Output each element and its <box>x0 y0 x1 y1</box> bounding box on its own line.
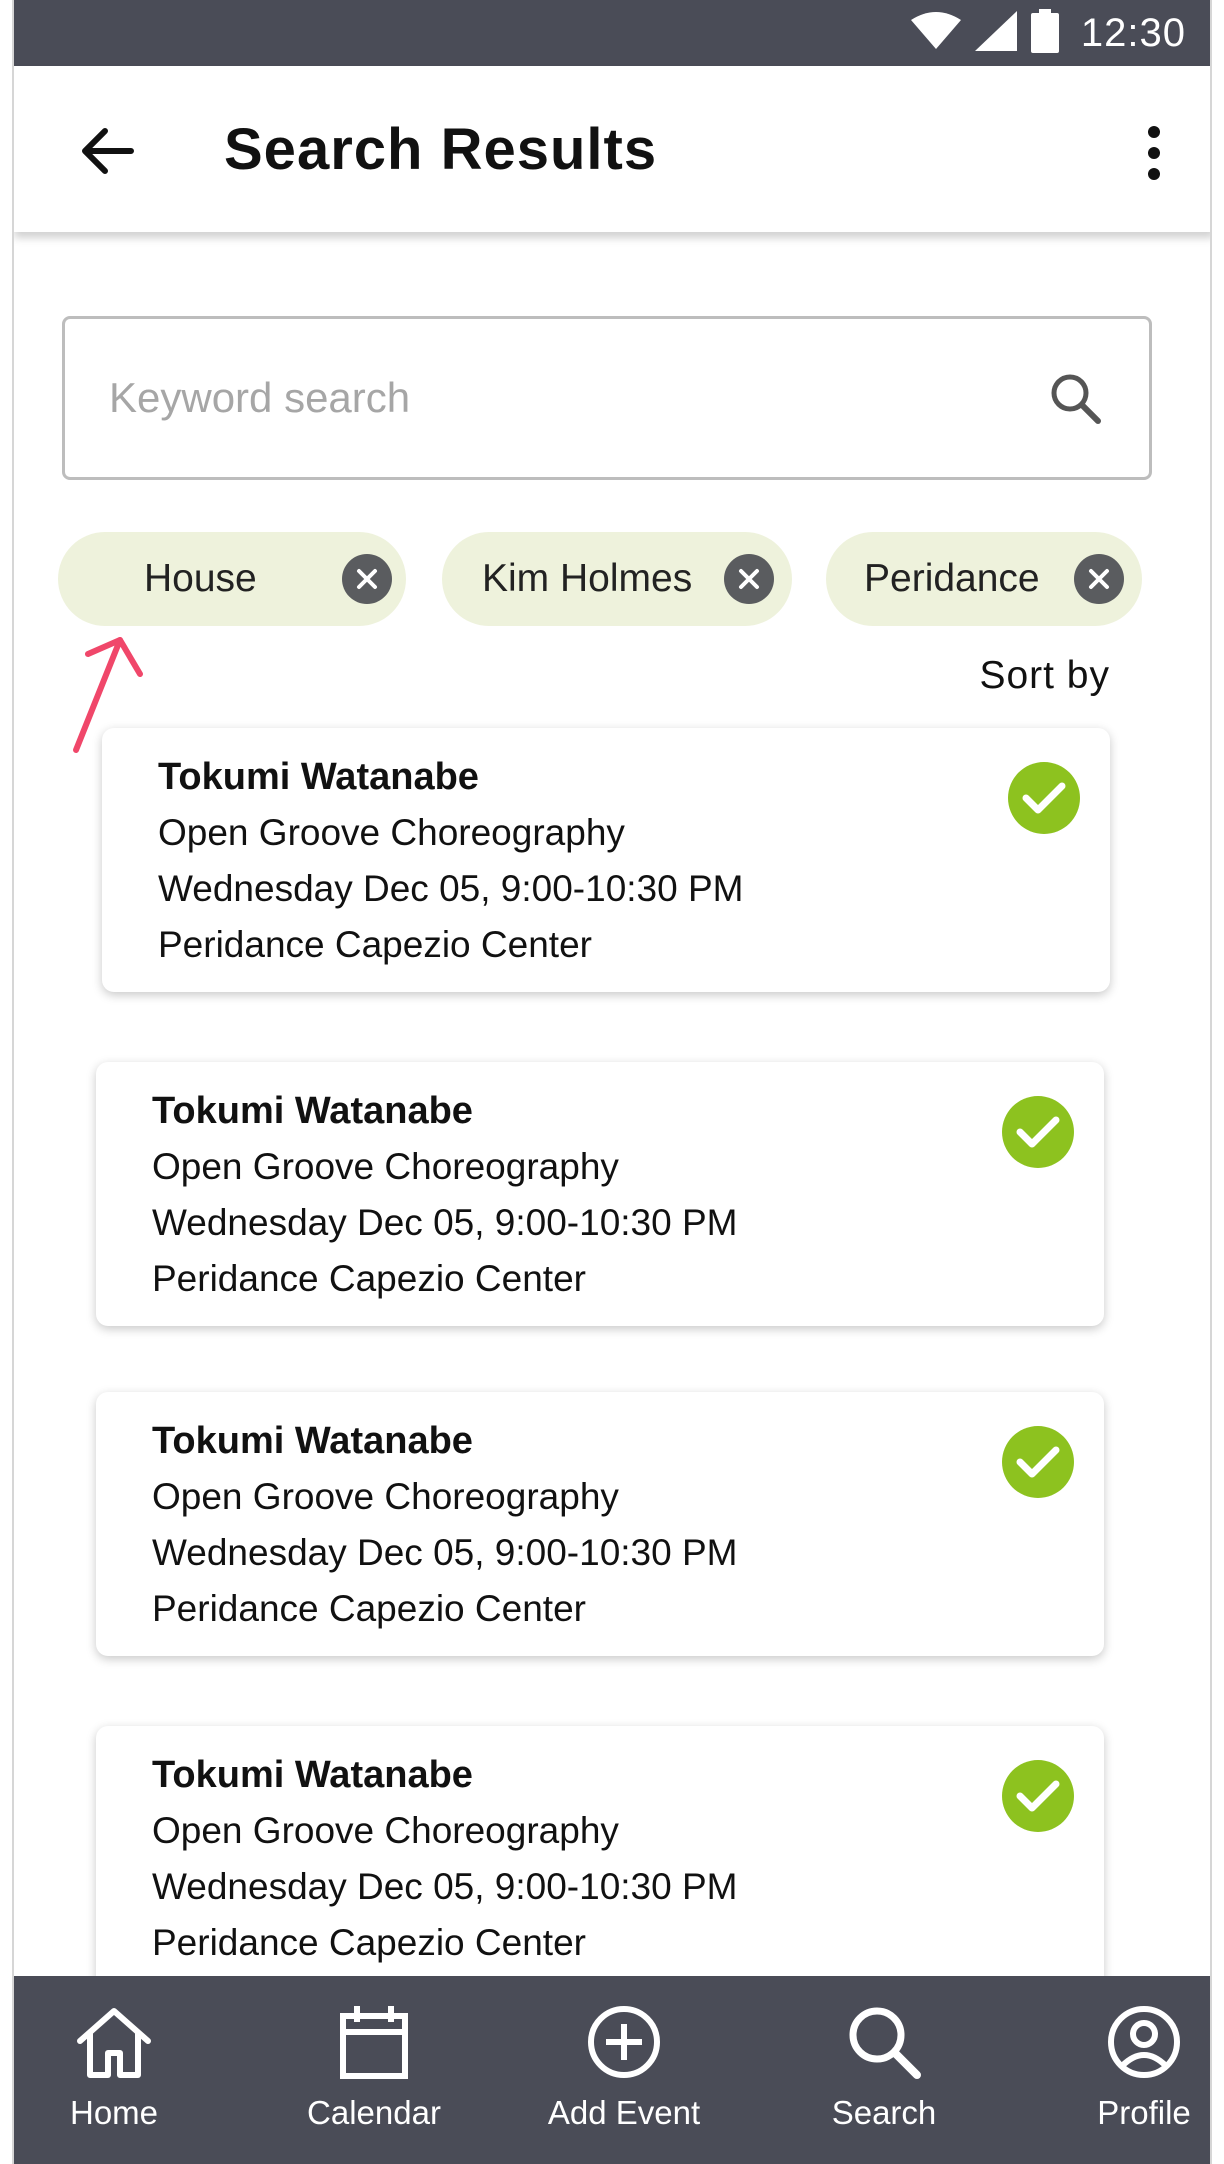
class-name: Open Groove Choreography <box>152 1146 619 1187</box>
instructor-name: Tokumi Watanabe <box>152 1090 473 1132</box>
filter-chip-peridance[interactable]: Peridance <box>826 532 1142 626</box>
selected-check-button[interactable] <box>1008 762 1080 834</box>
nav-item-add-event[interactable]: Add Event <box>524 2000 724 2132</box>
close-icon <box>739 569 759 589</box>
selected-check-button[interactable] <box>1002 1096 1074 1168</box>
close-icon <box>1089 569 1109 589</box>
result-card[interactable]: Tokumi Watanabe Open Groove Choreography… <box>102 728 1110 992</box>
class-name: Open Groove Choreography <box>158 812 625 853</box>
class-time: Wednesday Dec 05, 9:00-10:30 PM <box>152 1532 738 1573</box>
nav-label: Home <box>69 2094 159 2131</box>
class-location: Peridance Capezio Center <box>152 1922 586 1963</box>
more-dot-icon <box>1148 147 1160 159</box>
selected-check-button[interactable] <box>1002 1426 1074 1498</box>
nav-label: Calendar <box>307 2094 441 2131</box>
result-card[interactable]: Tokumi Watanabe Open Groove Choreography… <box>96 1062 1104 1326</box>
check-icon <box>1016 1780 1060 1812</box>
status-time: 12:30 <box>1080 10 1186 55</box>
check-icon <box>1016 1446 1060 1478</box>
class-name: Open Groove Choreography <box>152 1476 619 1517</box>
instructor-name: Tokumi Watanabe <box>158 756 479 798</box>
search-icon <box>1051 374 1101 424</box>
class-location: Peridance Capezio Center <box>152 1588 586 1629</box>
remove-filter-house-button[interactable] <box>342 554 392 604</box>
result-card[interactable]: Tokumi Watanabe Open Groove Choreography… <box>96 1726 1104 1990</box>
back-button[interactable] <box>72 116 142 186</box>
battery-icon <box>1030 8 1059 58</box>
class-name: Open Groove Choreography <box>152 1810 619 1851</box>
filter-chip-label: House <box>144 557 257 600</box>
nav-item-search[interactable]: Search <box>784 2000 984 2132</box>
more-dot-icon <box>1148 168 1160 180</box>
search-input[interactable] <box>109 374 1045 422</box>
signal-icon <box>974 10 1017 56</box>
filter-chip-label: Kim Holmes <box>482 557 693 600</box>
class-location: Peridance Capezio Center <box>158 924 592 965</box>
class-time: Wednesday Dec 05, 9:00-10:30 PM <box>152 1202 738 1243</box>
nav-item-home[interactable]: Home <box>14 2000 214 2132</box>
result-card[interactable]: Tokumi Watanabe Open Groove Choreography… <box>96 1392 1104 1656</box>
close-icon <box>357 569 377 589</box>
class-time: Wednesday Dec 05, 9:00-10:30 PM <box>152 1866 738 1907</box>
remove-filter-peridance-button[interactable] <box>1074 554 1124 604</box>
nav-label: Profile <box>1097 2094 1191 2131</box>
search-box <box>62 316 1152 480</box>
selected-check-button[interactable] <box>1002 1760 1074 1832</box>
plus-circle-icon <box>582 2000 666 2084</box>
nav-label: Add Event <box>547 2094 701 2131</box>
search-button[interactable] <box>1045 368 1105 428</box>
class-location: Peridance Capezio Center <box>152 1258 586 1299</box>
instructor-name: Tokumi Watanabe <box>152 1420 473 1462</box>
filter-chip-label: Peridance <box>864 557 1040 600</box>
class-time: Wednesday Dec 05, 9:00-10:30 PM <box>158 868 744 909</box>
nav-item-profile[interactable]: Profile <box>1044 2000 1210 2132</box>
instructor-name: Tokumi Watanabe <box>152 1754 473 1796</box>
sort-by-button[interactable]: Sort by <box>979 654 1110 698</box>
check-icon <box>1016 1116 1060 1148</box>
status-bar: 12:30 <box>14 0 1210 66</box>
remove-filter-kim-holmes-button[interactable] <box>724 554 774 604</box>
check-icon <box>1022 782 1066 814</box>
home-icon <box>72 2000 156 2084</box>
filter-chip-house[interactable]: House <box>58 532 406 626</box>
wifi-icon <box>910 11 961 55</box>
profile-icon <box>1102 2000 1186 2084</box>
search-icon <box>842 2000 926 2084</box>
app-bar: Search Results <box>14 66 1210 232</box>
more-dot-icon <box>1148 126 1160 138</box>
app-screen: 12:30 Search Results House <box>12 0 1212 2164</box>
back-arrow-icon <box>82 128 134 174</box>
nav-label: Search <box>831 2094 937 2131</box>
nav-item-calendar[interactable]: Calendar <box>274 2000 474 2132</box>
bottom-nav: Home Calendar Add Event Search Profile <box>14 1976 1210 2164</box>
more-options-button[interactable] <box>1134 118 1174 188</box>
page-title: Search Results <box>224 117 658 182</box>
filter-chip-kim-holmes[interactable]: Kim Holmes <box>442 532 792 626</box>
calendar-icon <box>332 2000 416 2084</box>
